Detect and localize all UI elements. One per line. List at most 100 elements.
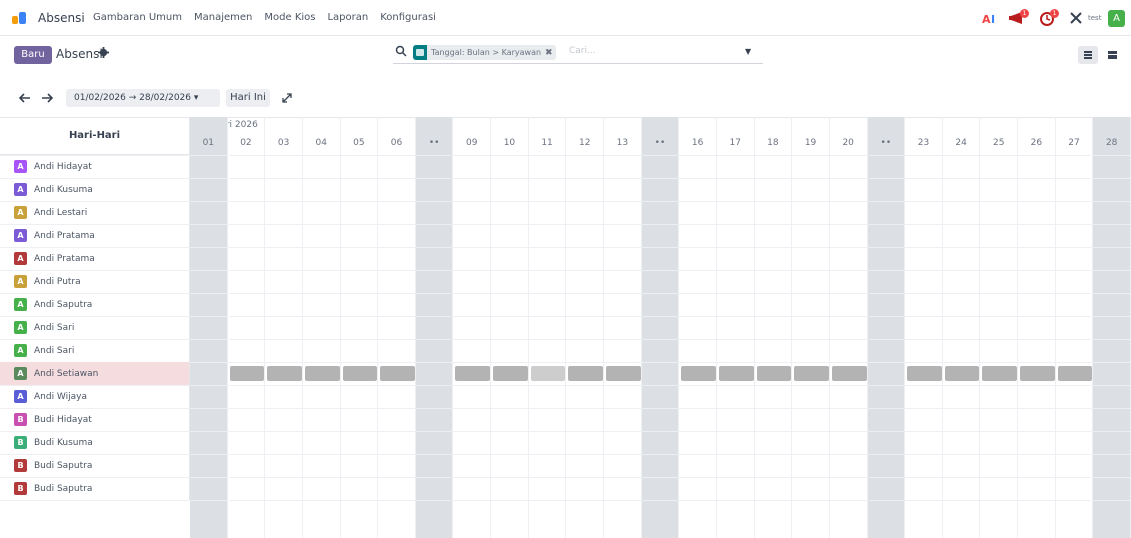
- prev-arrow-icon[interactable]: [18, 89, 32, 107]
- menu-item-reports[interactable]: Laporan: [327, 12, 368, 23]
- attendance-app-icon[interactable]: [12, 12, 26, 24]
- gantt-view-button[interactable]: [1078, 46, 1098, 64]
- attendance-bar[interactable]: [1057, 366, 1093, 381]
- groupby-facet[interactable]: Tanggal: Bulan > Karyawan ✖: [413, 45, 556, 60]
- avatar: A: [14, 321, 27, 334]
- messages-icon[interactable]: 1: [1008, 8, 1032, 28]
- employee-row[interactable]: A Andi Lestari: [0, 201, 190, 224]
- day-column-5[interactable]: 06: [378, 117, 416, 538]
- activity-icon[interactable]: 1: [1038, 8, 1062, 28]
- attendance-bar[interactable]: [718, 366, 754, 381]
- top-navbar: Absensi Gambaran Umum Manajemen Mode Kio…: [0, 0, 1131, 36]
- attendance-bar[interactable]: [794, 366, 829, 381]
- new-button[interactable]: Baru: [14, 46, 52, 64]
- attendance-bar[interactable]: [267, 366, 302, 381]
- day-column-12[interactable]: ••: [641, 117, 680, 538]
- employee-row[interactable]: A Andi Kusuma: [0, 178, 190, 201]
- attendance-bar[interactable]: [568, 366, 604, 381]
- day-column-14[interactable]: 17: [717, 117, 755, 538]
- activity-badge: 1: [1050, 9, 1059, 18]
- attendance-bar[interactable]: [229, 366, 265, 381]
- employee-row[interactable]: A Andi Putra: [0, 270, 190, 293]
- menu-item-overview[interactable]: Gambaran Umum: [93, 12, 182, 23]
- day-column-10[interactable]: 12: [566, 117, 605, 538]
- day-column-19[interactable]: 23: [905, 117, 943, 538]
- tools-icon[interactable]: [1068, 8, 1086, 28]
- day-label: 25: [993, 138, 1005, 148]
- day-column-11[interactable]: 13: [604, 117, 642, 538]
- date-range-picker[interactable]: 01/02/2026 → 28/02/2026 ▾: [66, 89, 220, 107]
- app-name[interactable]: Absensi: [38, 11, 85, 25]
- expand-icon[interactable]: [278, 89, 296, 107]
- day-label: 26: [1030, 138, 1043, 148]
- employee-row[interactable]: A Andi Pratama: [0, 247, 190, 270]
- attendance-bar[interactable]: [342, 366, 378, 381]
- ai-icon[interactable]: AI: [982, 8, 1002, 28]
- employee-row[interactable]: A Andi Hidayat: [0, 155, 190, 178]
- attendance-bar[interactable]: [944, 366, 980, 381]
- attendance-bar[interactable]: [831, 366, 867, 381]
- user-avatar[interactable]: A: [1108, 9, 1125, 27]
- day-label: 16: [691, 138, 704, 148]
- attendance-bar[interactable]: [606, 366, 641, 381]
- gantt-row-header: Hari-Hari: [0, 117, 190, 155]
- day-column-17[interactable]: 20: [830, 117, 868, 538]
- employee-row[interactable]: B Budi Saputra: [0, 454, 190, 477]
- day-column-7[interactable]: 09: [453, 117, 492, 538]
- next-arrow-icon[interactable]: [40, 89, 54, 107]
- employee-name: Andi Kusuma: [34, 184, 93, 195]
- day-column-20[interactable]: 24: [943, 117, 981, 538]
- employee-row[interactable]: A Andi Wijaya: [0, 385, 190, 408]
- attendance-bar[interactable]: [982, 366, 1018, 381]
- employee-row[interactable]: A Andi Setiawan: [0, 362, 190, 385]
- employee-row[interactable]: A Andi Pratama: [0, 224, 190, 247]
- day-column-2[interactable]: 03: [265, 117, 303, 538]
- attendance-bar[interactable]: [493, 366, 528, 381]
- employee-name: Andi Putra: [34, 276, 81, 287]
- employee-row[interactable]: B Budi Saputra: [0, 477, 190, 500]
- day-label: ••: [428, 138, 440, 148]
- day-column-9[interactable]: 11: [529, 117, 567, 538]
- close-icon[interactable]: ✖: [545, 48, 556, 58]
- avatar: A: [14, 160, 27, 173]
- day-column-16[interactable]: 19: [792, 117, 830, 538]
- search-icon[interactable]: [395, 45, 407, 60]
- attendance-bar[interactable]: [907, 366, 942, 381]
- chevron-down-icon[interactable]: ▼: [745, 47, 751, 56]
- day-label: 24: [955, 138, 967, 148]
- day-column-6[interactable]: ••: [415, 117, 454, 538]
- gear-icon[interactable]: [98, 47, 109, 61]
- attendance-bar[interactable]: [530, 366, 566, 381]
- day-column-18[interactable]: ••: [867, 117, 906, 538]
- day-column-24[interactable]: 28: [1093, 117, 1131, 538]
- list-view-button[interactable]: [1102, 46, 1122, 64]
- employee-row[interactable]: B Budi Kusuma: [0, 431, 190, 454]
- day-column-4[interactable]: 05: [341, 117, 379, 538]
- day-column-1[interactable]: 02: [228, 117, 266, 538]
- attendance-bar[interactable]: [304, 366, 340, 381]
- menu-item-kiosk-mode[interactable]: Mode Kios: [264, 12, 315, 23]
- day-column-23[interactable]: 27: [1056, 117, 1094, 538]
- employee-row[interactable]: A Andi Sari: [0, 316, 190, 339]
- attendance-bar[interactable]: [1020, 366, 1055, 381]
- today-button[interactable]: Hari Ini: [226, 89, 270, 107]
- employee-row[interactable]: A Andi Saputra: [0, 293, 190, 316]
- day-column-21[interactable]: 25: [980, 117, 1019, 538]
- employee-row[interactable]: A Andi Sari: [0, 339, 190, 362]
- day-column-15[interactable]: 18: [755, 117, 793, 538]
- menu-item-management[interactable]: Manajemen: [194, 12, 252, 23]
- gantt-columns: 01 02 03 04 05 06 •• 09 10 11 12 13 •• 16 17 18 19 20 •• 23…: [190, 117, 1131, 538]
- day-column-0[interactable]: 01: [190, 117, 228, 538]
- search-input[interactable]: Cari...: [569, 46, 596, 56]
- attendance-bar[interactable]: [380, 366, 415, 381]
- menu-item-configuration[interactable]: Konfigurasi: [380, 12, 436, 23]
- attendance-bar[interactable]: [455, 366, 491, 381]
- day-column-13[interactable]: 16: [679, 117, 717, 538]
- day-column-22[interactable]: 26: [1018, 117, 1056, 538]
- day-column-8[interactable]: 10: [491, 117, 529, 538]
- day-column-3[interactable]: 04: [303, 117, 341, 538]
- company-switcher[interactable]: test: [1088, 8, 1102, 28]
- attendance-bar[interactable]: [681, 366, 716, 381]
- attendance-bar[interactable]: [756, 366, 792, 381]
- employee-row[interactable]: B Budi Hidayat: [0, 408, 190, 431]
